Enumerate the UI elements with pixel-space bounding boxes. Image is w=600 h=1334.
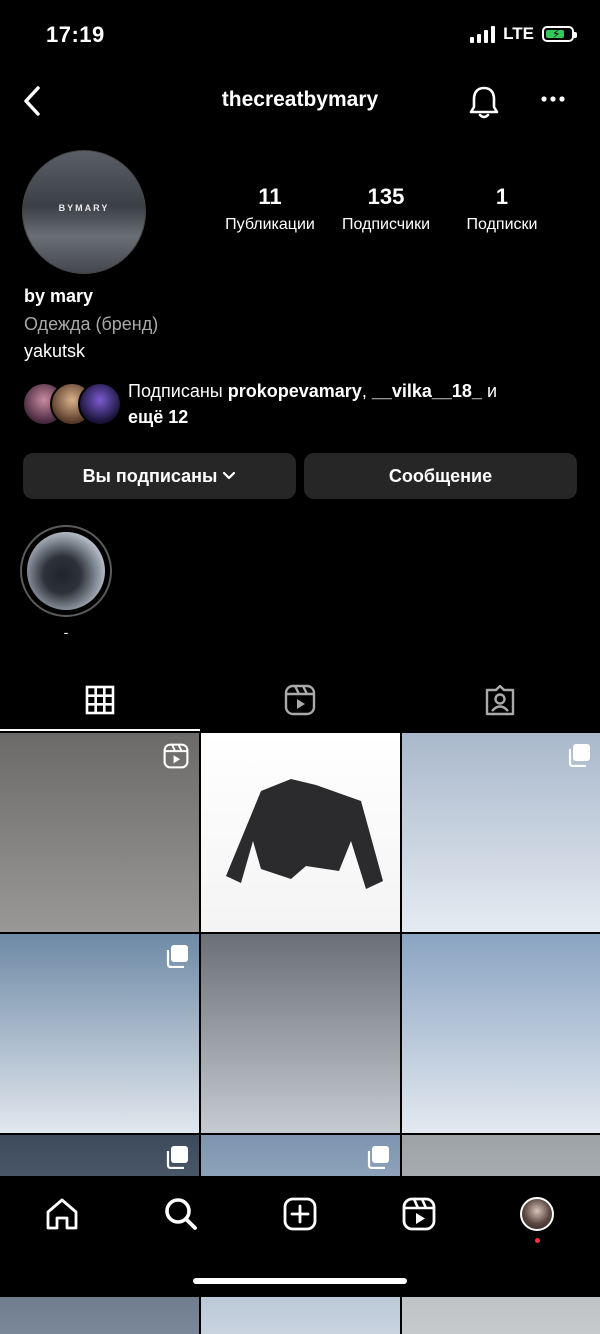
add-post-icon — [283, 1197, 317, 1231]
profile-avatar[interactable]: BYMARY — [22, 150, 146, 274]
home-icon — [46, 1198, 78, 1230]
chevron-down-icon — [223, 471, 236, 480]
stat-posts[interactable]: 11 Публикации — [214, 184, 326, 234]
network-type: LTE — [503, 24, 534, 43]
stat-followers[interactable]: 135 Подписчики — [330, 184, 442, 234]
post-thumbnail[interactable] — [0, 733, 199, 932]
following-button[interactable]: Вы подписаны — [23, 453, 296, 499]
stat-followers-count: 135 — [367, 184, 405, 209]
reels-icon — [402, 1197, 436, 1231]
active-tab-indicator — [0, 729, 200, 731]
followed-by-prefix: Подписаны — [128, 381, 228, 401]
carousel-icon — [366, 1145, 390, 1174]
carousel-icon — [165, 944, 189, 973]
home-indicator[interactable] — [193, 1278, 407, 1284]
carousel-icon — [165, 1145, 189, 1174]
tab-reels[interactable] — [200, 668, 400, 732]
post-thumbnail[interactable] — [402, 733, 600, 932]
profile-username: thecreatbymary — [221, 88, 379, 111]
tab-grid[interactable] — [0, 668, 200, 732]
followed-by-user-link[interactable]: __vilka__18_ — [372, 381, 482, 401]
notification-dot — [535, 1238, 540, 1243]
post-thumbnail[interactable] — [0, 934, 199, 1133]
profile-name: by mary — [24, 286, 94, 306]
stat-posts-label: Публикации — [225, 216, 315, 233]
post-thumbnail[interactable] — [201, 934, 400, 1133]
followed-by-text[interactable]: Подписаны prokopevamary, __vilka__18_ и е… — [128, 378, 568, 430]
followed-by-avatars[interactable] — [22, 380, 122, 426]
tagged-person-icon — [485, 684, 515, 716]
nav-reels[interactable] — [395, 1190, 443, 1238]
post-thumbnail[interactable] — [402, 934, 600, 1133]
nav-profile[interactable] — [513, 1190, 561, 1238]
search-icon — [165, 1198, 197, 1230]
nav-home[interactable] — [38, 1190, 86, 1238]
status-indicators: LTE ⚡ — [470, 24, 577, 44]
grid-icon — [85, 685, 115, 715]
signal-icon — [470, 25, 496, 43]
stat-followers-label: Подписчики — [341, 216, 430, 233]
story-highlight[interactable] — [20, 525, 112, 617]
profile-bio: yakutsk — [24, 341, 86, 361]
more-horizontal-icon[interactable] — [540, 94, 566, 104]
follower-avatar — [78, 382, 122, 426]
message-button[interactable]: Сообщение — [304, 453, 577, 499]
stat-following-label: Подписки — [466, 216, 538, 233]
nav-create[interactable] — [276, 1190, 324, 1238]
tab-tagged[interactable] — [400, 668, 600, 732]
story-highlight-label: - — [63, 624, 69, 640]
battery-icon: ⚡ — [542, 26, 577, 42]
message-button-label: Сообщение — [388, 465, 493, 486]
followed-by-more[interactable]: ещё 12 — [128, 407, 188, 427]
profile-avatar-icon — [520, 1197, 554, 1231]
profile-category: Одежда (бренд) — [24, 314, 159, 334]
reels-icon — [284, 684, 316, 716]
nav-search[interactable] — [157, 1190, 205, 1238]
carousel-icon — [567, 743, 591, 772]
reels-badge-icon — [163, 743, 189, 774]
avatar-logo-text: BYMARY — [58, 203, 110, 213]
stat-following-count: 1 — [495, 184, 509, 209]
followed-by-and: и — [481, 381, 497, 401]
stat-following[interactable]: 1 Подписки — [446, 184, 558, 234]
followed-by-user-link[interactable]: prokopevamary — [228, 381, 362, 401]
followed-by-separator: , — [361, 381, 372, 401]
stat-posts-count: 11 — [258, 184, 282, 209]
following-button-label: Вы подписаны — [82, 465, 218, 486]
status-time: 17:19 — [46, 22, 105, 47]
post-thumbnail[interactable] — [201, 733, 400, 932]
bell-icon[interactable] — [466, 84, 502, 120]
